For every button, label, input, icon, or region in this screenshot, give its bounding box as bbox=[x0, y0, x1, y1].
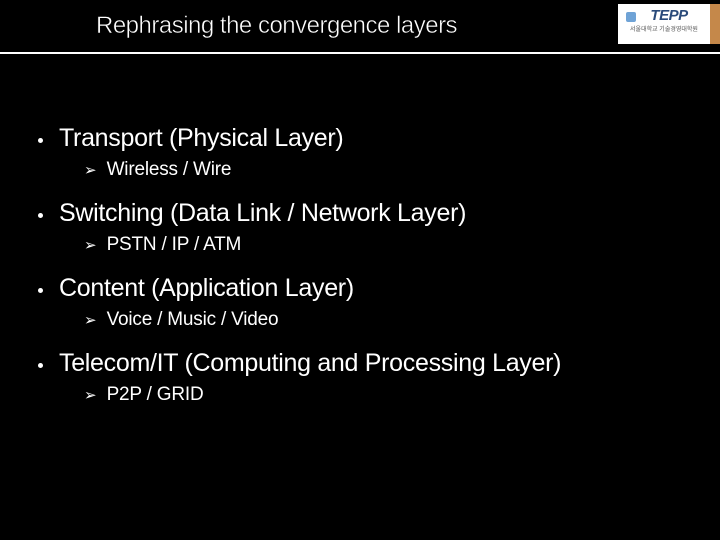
arrow-icon: ➢ bbox=[84, 311, 97, 329]
bullet-icon bbox=[38, 138, 43, 143]
item-sub-text: Voice / Music / Video bbox=[107, 309, 279, 331]
list-item: Telecom/IT (Computing and Processing Lay… bbox=[38, 349, 682, 378]
logo-badge: TEPP 서울대학교 기술경영대학원 bbox=[618, 4, 710, 44]
logo-side-strip bbox=[710, 4, 720, 44]
list-item: Transport (Physical Layer) bbox=[38, 124, 682, 153]
list-subitem: ➢ P2P / GRID bbox=[84, 384, 682, 406]
arrow-icon: ➢ bbox=[84, 386, 97, 404]
slide: Rephrasing the convergence layers TEPP 서… bbox=[0, 0, 720, 540]
list-subitem: ➢ Voice / Music / Video bbox=[84, 309, 682, 331]
logo-mark-icon bbox=[626, 12, 636, 22]
item-sub-text: PSTN / IP / ATM bbox=[107, 234, 242, 256]
logo-text: TEPP bbox=[650, 7, 687, 24]
arrow-icon: ➢ bbox=[84, 161, 97, 179]
item-sub-text: P2P / GRID bbox=[107, 384, 204, 406]
item-sub-text: Wireless / Wire bbox=[107, 159, 232, 181]
item-main-text: Transport (Physical Layer) bbox=[59, 124, 343, 153]
list-item: Switching (Data Link / Network Layer) bbox=[38, 199, 682, 228]
bullet-icon bbox=[38, 288, 43, 293]
arrow-icon: ➢ bbox=[84, 236, 97, 254]
bullet-icon bbox=[38, 213, 43, 218]
bullet-icon bbox=[38, 363, 43, 368]
content-area: Transport (Physical Layer) ➢ Wireless / … bbox=[0, 54, 720, 406]
list-subitem: ➢ PSTN / IP / ATM bbox=[84, 234, 682, 256]
header-bar: Rephrasing the convergence layers TEPP 서… bbox=[0, 0, 720, 54]
list-item: Content (Application Layer) bbox=[38, 274, 682, 303]
item-main-text: Switching (Data Link / Network Layer) bbox=[59, 199, 466, 228]
item-main-text: Telecom/IT (Computing and Processing Lay… bbox=[59, 349, 561, 378]
slide-title: Rephrasing the convergence layers bbox=[96, 12, 457, 40]
item-main-text: Content (Application Layer) bbox=[59, 274, 354, 303]
list-subitem: ➢ Wireless / Wire bbox=[84, 159, 682, 181]
logo-subtext: 서울대학교 기술경영대학원 bbox=[630, 24, 698, 33]
